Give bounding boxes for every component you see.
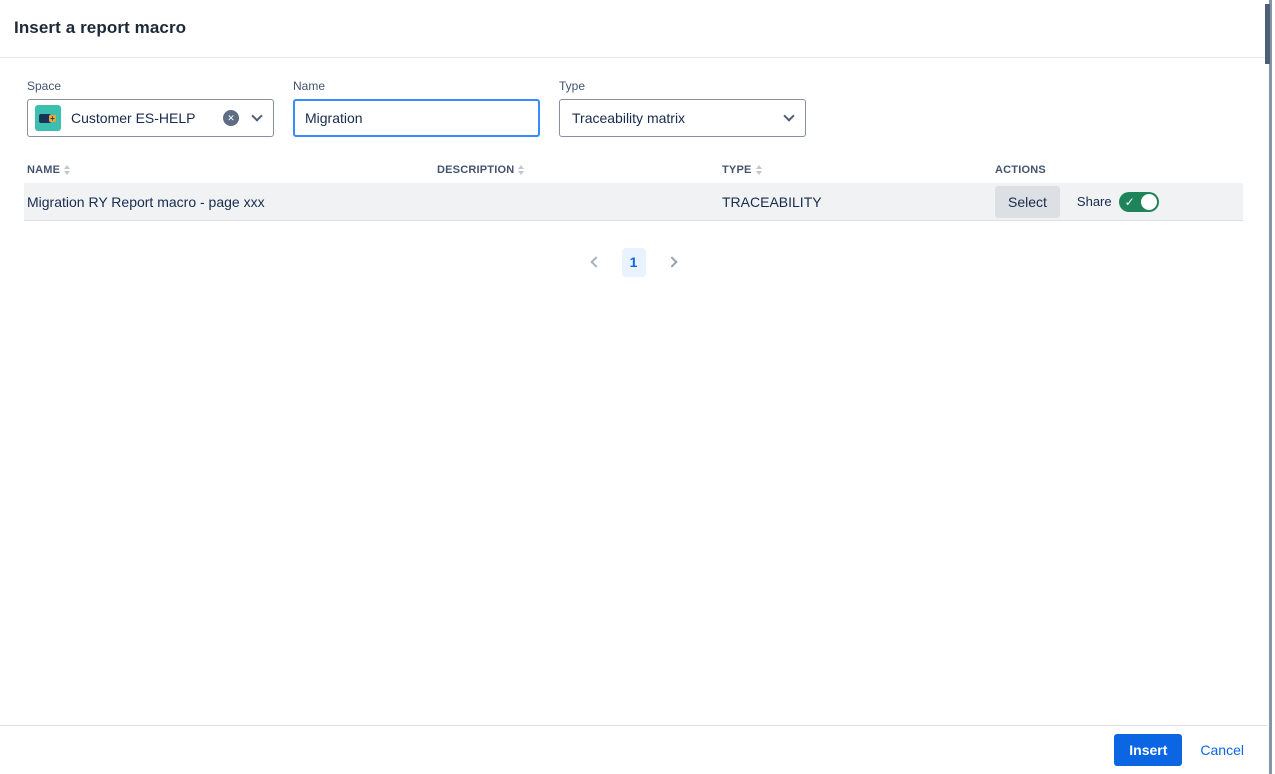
scrollbar[interactable] <box>1269 0 1272 774</box>
space-selected-value: Customer ES-HELP <box>71 110 223 126</box>
scrollbar-thumb[interactable] <box>1265 4 1270 64</box>
dialog-footer: Insert Cancel <box>0 725 1267 774</box>
previous-page-button[interactable] <box>584 250 608 274</box>
cancel-button[interactable]: Cancel <box>1200 742 1244 758</box>
insert-button[interactable]: Insert <box>1114 734 1182 766</box>
type-select[interactable]: Traceability matrix <box>559 99 806 137</box>
chevron-down-icon[interactable] <box>251 110 262 121</box>
dialog-header: Insert a report macro <box>0 0 1267 58</box>
check-icon: ✓ <box>1125 194 1135 210</box>
sort-icon[interactable] <box>518 165 524 175</box>
share-control: Share ✓ <box>1077 192 1159 212</box>
name-input[interactable] <box>293 99 540 137</box>
table-header: NAME DESCRIPTION TYPE ACTIONS <box>24 158 1243 182</box>
row-actions-cell: Select Share ✓ <box>995 186 1243 218</box>
next-page-button[interactable] <box>660 250 684 274</box>
page-title: Insert a report macro <box>14 18 186 38</box>
page-number-current[interactable]: 1 <box>622 248 646 277</box>
chevron-right-icon <box>666 256 677 267</box>
space-label: Space <box>27 79 274 93</box>
chevron-left-icon <box>590 256 601 267</box>
battery-plus-icon: + <box>49 115 56 122</box>
sort-icon[interactable] <box>64 165 70 175</box>
row-name-cell: Migration RY Report macro - page xxx <box>27 194 437 210</box>
share-label: Share <box>1077 194 1112 209</box>
type-label: Type <box>559 79 806 93</box>
column-header-description[interactable]: DESCRIPTION <box>437 164 722 176</box>
type-field-group: Type Traceability matrix <box>559 79 806 137</box>
chevron-down-icon[interactable] <box>783 110 794 121</box>
type-selected-value: Traceability matrix <box>572 110 785 126</box>
clear-icon[interactable]: ✕ <box>223 110 239 126</box>
column-header-type[interactable]: TYPE <box>722 164 995 176</box>
name-field-group: Name <box>293 79 540 137</box>
share-toggle[interactable]: ✓ <box>1119 192 1159 212</box>
space-select[interactable]: + Customer ES-HELP ✕ <box>27 99 274 137</box>
column-header-actions: ACTIONS <box>995 164 1243 176</box>
select-button[interactable]: Select <box>995 186 1060 218</box>
space-avatar-icon: + <box>35 105 61 131</box>
row-type-cell: TRACEABILITY <box>722 194 995 210</box>
filter-form: Space + Customer ES-HELP ✕ Name Type Tra… <box>27 79 806 137</box>
toggle-knob <box>1141 194 1157 210</box>
pagination: 1 <box>24 246 1243 278</box>
column-header-name[interactable]: NAME <box>27 164 437 176</box>
insert-report-macro-dialog: Insert a report macro Space + Customer E… <box>0 0 1275 774</box>
space-field-group: Space + Customer ES-HELP ✕ <box>27 79 274 137</box>
sort-icon[interactable] <box>756 165 762 175</box>
name-label: Name <box>293 79 540 93</box>
table-row: Migration RY Report macro - page xxx TRA… <box>24 183 1243 221</box>
